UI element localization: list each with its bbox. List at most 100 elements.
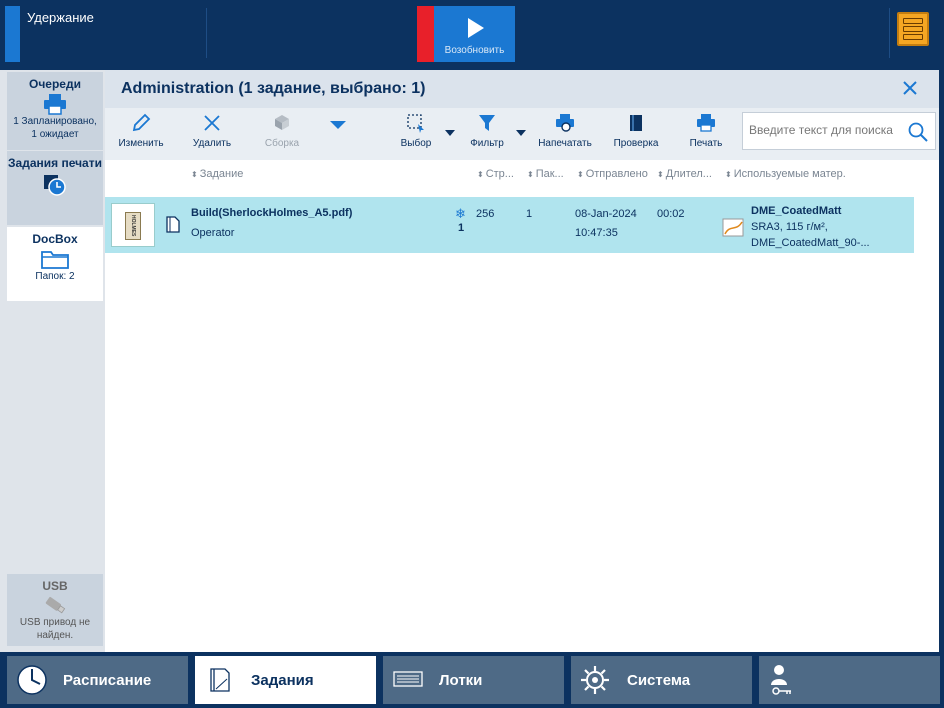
job-thumbnail: HOLMES [111,203,155,247]
tab-user[interactable] [759,656,940,704]
search-box[interactable] [742,112,936,150]
hold-status-label: Удержание [27,10,94,25]
nav-queues-scheduled: 1 Запланировано, [13,116,97,127]
pencil-icon [132,113,151,132]
nav-docbox[interactable]: DocBox Папок: 2 [7,227,103,301]
close-icon[interactable] [901,79,919,97]
nav-usb-status-1: USB привод не [19,617,91,628]
nav-usb[interactable]: USB USB привод не найден. [7,574,103,646]
filter-dropdown-arrow[interactable] [516,130,526,136]
select-button[interactable]: Выбор [395,112,437,156]
search-icon[interactable] [907,121,929,143]
nav-print-jobs[interactable]: Задания печати [7,151,103,225]
nav-print-jobs-title: Задания печати [8,156,102,170]
divider [206,8,207,58]
sort-icon: ⬍ [657,170,664,179]
select-dropdown-arrow[interactable] [445,130,455,136]
resume-button[interactable]: Возобновить [434,6,515,62]
panel-title: Administration (1 задание, выбрано: 1) [121,80,426,97]
sort-icon: ⬍ [527,170,534,179]
nav-queues-waiting: 1 ожидает [31,129,79,140]
job-pages: 256 [476,208,495,220]
job-duration: 00:02 [657,208,685,220]
check-label: Проверка [613,138,659,149]
tab-jobs-label: Задания [251,672,314,689]
tab-system-label: Система [627,672,691,689]
delete-button[interactable]: Удалить [187,112,237,156]
filter-button[interactable]: Фильтр [465,112,509,156]
print-icon [697,114,715,132]
bottom-navigation: Расписание Задания Лотки Система [0,652,944,708]
delete-x-icon [204,115,220,131]
table-row[interactable]: HOLMES Build(SherlockHolmes_A5.pdf) Oper… [105,197,914,253]
tab-schedule[interactable]: Расписание [7,656,188,704]
toolbar: Изменить Удалить Сборка Выбор Фильтр Нап… [105,108,939,160]
nav-usb-title: USB [42,579,68,593]
sort-icon: ⬍ [191,170,198,179]
more-actions-dropdown[interactable] [327,112,349,156]
hold-indicator [5,6,20,62]
tab-schedule-label: Расписание [63,672,152,689]
snowflake-icon: ❄ [455,206,466,221]
stop-indicator [417,6,434,62]
tab-system[interactable]: Система [571,656,752,704]
search-input[interactable] [749,123,899,137]
sort-icon: ⬍ [577,170,584,179]
column-header-job[interactable]: ⬍ Задание [191,168,243,180]
media-spec: SRA3, 115 г/м², [751,221,828,233]
usb-drive-icon [45,596,66,614]
nav-docbox-title: DocBox [32,232,78,246]
sort-icon: ⬍ [477,170,484,179]
column-header-batches[interactable]: ⬍ Пак... [527,168,564,180]
document-stack-icon [210,668,230,692]
job-batches: 1 [526,208,533,220]
assemble-button[interactable]: Сборка [257,112,307,156]
media-paper-icon [722,218,744,237]
nav-usb-status-2: найден. [36,630,74,641]
tab-jobs[interactable]: Задания [195,656,376,704]
gear-icon [581,666,609,694]
column-header-media[interactable]: ⬍ Используемые матер. [725,168,846,180]
book-cover-image: HOLMES [125,212,141,240]
print-proof-button[interactable]: Напечатать [537,112,593,156]
play-icon [468,18,484,38]
resume-button-label: Возобновить [444,45,505,56]
column-header-duration[interactable]: ⬍ Длител... [657,168,712,180]
nav-queues-title: Очереди [29,77,81,91]
top-status-bar: Удержание Возобновить [0,0,944,70]
left-navigation: Очереди 1 Запланировано, 1 ожидает Задан… [0,70,105,652]
job-list-panel: Administration (1 задание, выбрано: 1) И… [105,70,939,652]
tab-trays-label: Лотки [439,672,483,689]
triangle-down-icon [330,121,346,129]
panel-header: Administration (1 задание, выбрано: 1) [105,70,939,108]
tab-trays[interactable]: Лотки [383,656,564,704]
print-proof-icon [556,114,574,132]
media-extra: DME_CoatedMatt_90-... [751,237,870,249]
select-label: Выбор [400,138,432,149]
filter-label: Фильтр [470,138,504,149]
print-button[interactable]: Печать [683,112,729,156]
media-name: DME_CoatedMatt [751,205,842,217]
column-header-sent[interactable]: ⬍ Отправлено [577,168,648,180]
clock-icon [17,665,47,695]
filter-icon [479,115,495,131]
column-header-pages[interactable]: ⬍ Стр... [477,168,514,180]
check-button[interactable]: Проверка [611,112,661,156]
folder-icon [41,251,69,269]
book-check-icon [630,115,642,131]
assemble-icon [275,115,289,130]
print-label: Печать [689,138,723,149]
assemble-label: Сборка [264,138,300,149]
sort-icon: ⬍ [725,170,732,179]
nav-queues[interactable]: Очереди 1 Запланировано, 1 ожидает [7,72,103,150]
server-stack-button[interactable] [897,12,929,46]
document-icon [166,216,180,233]
print-proof-label: Напечатать [538,138,592,149]
scheduled-job-icon [44,175,66,196]
job-sent-time: 10:47:35 [575,227,618,239]
delete-label: Удалить [192,138,232,149]
job-copies: 1 [458,222,465,234]
edit-button[interactable]: Изменить [115,112,167,156]
job-sent-date: 08-Jan-2024 [575,208,637,220]
job-name: Build(SherlockHolmes_A5.pdf) [191,207,353,219]
